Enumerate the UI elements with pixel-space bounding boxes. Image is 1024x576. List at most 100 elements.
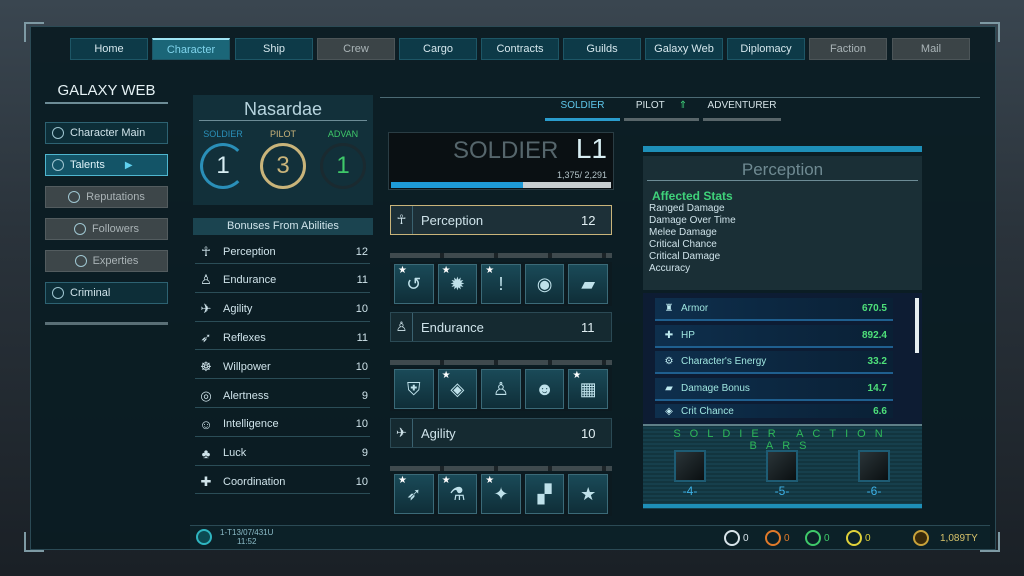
nav-tab-contracts[interactable]: Contracts xyxy=(481,38,559,60)
stat-row-coordination: ✚ Coordination 10 xyxy=(195,470,370,495)
ability-icon: ★ xyxy=(580,483,597,504)
stat-row-luck: ♣ Luck 9 xyxy=(195,442,370,466)
ability-slot[interactable]: ▰ xyxy=(568,264,608,304)
star-icon: ★ xyxy=(485,265,495,276)
currency-display: 0 xyxy=(805,530,830,546)
class-level-value: 1 xyxy=(216,152,230,179)
talent-level: L1 xyxy=(575,133,607,164)
agility-icon: ✈ xyxy=(391,419,413,447)
ability-slot[interactable]: ☻ xyxy=(524,369,565,409)
sidebar-item-label: Talents xyxy=(70,159,105,171)
ability-slot[interactable]: ★ ⚗ xyxy=(437,474,478,514)
ability-slot[interactable]: ★ ✦ xyxy=(481,474,521,514)
bonuses-header: Bonuses From Abilities xyxy=(193,218,373,235)
nav-tab-character[interactable]: Character xyxy=(152,38,230,60)
sidebar-item-talents[interactable]: Talents ▶ xyxy=(45,154,168,176)
ability-slot[interactable]: ★ ✹ xyxy=(437,264,478,304)
class-level-ring: 3 xyxy=(260,143,306,189)
star-icon: ★ xyxy=(398,475,407,486)
sidebar-item-reputations[interactable]: Reputations xyxy=(45,186,168,208)
nav-tab-crew[interactable]: Crew xyxy=(317,38,395,60)
nav-tab-faction[interactable]: Faction xyxy=(809,38,887,60)
sidebar-item-criminal[interactable]: Criminal xyxy=(45,282,168,304)
nav-tab-cargo[interactable]: Cargo xyxy=(399,38,477,60)
money-value: 1,089TY xyxy=(940,532,978,544)
frame-corner xyxy=(24,532,44,552)
character-stat-damage-bonus: ▰ Damage Bonus 14.7 xyxy=(655,377,893,401)
ability-slot[interactable]: ★! xyxy=(481,264,521,304)
talent-value: 11 xyxy=(581,319,595,335)
stat-row-agility: ✈ Agility 10 xyxy=(195,298,370,322)
ability-icon: ◉ xyxy=(536,273,553,294)
sidebar-item-followers[interactable]: Followers xyxy=(45,218,168,240)
talent-class-header: SOLDIER L1 1,375/ 2,291 xyxy=(388,132,614,190)
damage-bonus-icon: ▰ xyxy=(665,382,673,394)
detail-panel: Perception Affected Stats Ranged Damage D… xyxy=(643,156,922,290)
character-stat-name: Damage Bonus xyxy=(681,382,750,394)
character-stat-value: 670.5 xyxy=(861,303,887,314)
stat-name: Willpower xyxy=(223,360,271,373)
talent-row-endurance[interactable]: ♙ Endurance 11 xyxy=(390,312,612,342)
class-level-value: 1 xyxy=(336,152,350,179)
action-bar-slot[interactable] xyxy=(858,450,890,482)
stat-name: Agility xyxy=(223,303,253,316)
stat-row-alertness: ◎ Alertness 9 xyxy=(195,384,370,408)
nav-tab-home[interactable]: Home xyxy=(70,38,148,60)
talent-ability-row: ⛨ ★ ◈ ♙ ☻ ★ ▦ xyxy=(390,367,612,411)
affected-stats-title: Affected Stats xyxy=(652,189,733,203)
character-stat-hp: ✚ HP 892.4 xyxy=(655,324,893,348)
tab-pilot[interactable]: PILOT ⇑ xyxy=(624,97,699,121)
ability-slot[interactable]: ★ ◈ xyxy=(437,369,478,409)
stat-value: 10 xyxy=(355,475,368,488)
character-stat-value: 33.2 xyxy=(867,356,887,367)
hp-icon: ✚ xyxy=(664,329,674,341)
ability-slot[interactable]: ★ ↺ xyxy=(394,264,434,304)
character-stat-name: Character's Energy xyxy=(681,356,767,367)
talent-row-agility[interactable]: ✈ Agility 10 xyxy=(390,418,612,448)
ability-slot[interactable]: ⛨ xyxy=(394,369,434,409)
stat-name: Endurance xyxy=(223,274,277,287)
scrollbar-thumb[interactable] xyxy=(915,298,919,353)
action-bar-slot[interactable] xyxy=(766,450,798,482)
ability-icon: ▰ xyxy=(581,273,596,294)
ability-icon: ✹ xyxy=(449,273,465,294)
ability-slot[interactable]: ♙ xyxy=(481,369,521,409)
class-level-ring: 1 xyxy=(200,143,246,189)
ability-slot[interactable]: ★ ➶ xyxy=(394,474,434,514)
stat-name: Luck xyxy=(223,447,247,460)
nav-tab-ship[interactable]: Ship xyxy=(235,38,313,60)
action-bar-label: -6- xyxy=(866,484,882,498)
experties-icon xyxy=(74,255,87,267)
ability-icon: ⛨ xyxy=(407,378,421,399)
divider xyxy=(390,360,612,365)
affected-stat: Melee Damage xyxy=(649,227,717,238)
tab-label: PILOT xyxy=(635,100,665,111)
ability-slot[interactable]: ◉ xyxy=(524,264,565,304)
nav-tab-guilds[interactable]: Guilds xyxy=(563,38,641,60)
sidebar-item-character-main[interactable]: Character Main xyxy=(45,122,168,144)
money-icon xyxy=(913,530,929,546)
action-bar-slot[interactable] xyxy=(674,450,706,482)
ability-slot[interactable]: ★ ▦ xyxy=(568,369,608,409)
nav-tab-galaxy-web[interactable]: Galaxy Web xyxy=(645,38,723,60)
ability-slot[interactable]: ▞ xyxy=(524,474,565,514)
currency-icon xyxy=(724,530,740,546)
reputation-icon xyxy=(68,191,81,203)
nav-tab-mail[interactable]: Mail xyxy=(892,38,970,60)
divider xyxy=(390,466,612,471)
sidebar-item-label: Reputations xyxy=(86,191,145,203)
perception-icon: ☥ xyxy=(201,243,211,259)
tab-soldier[interactable]: SOLDIER xyxy=(545,97,620,121)
intelligence-icon: ☺ xyxy=(199,416,213,432)
ability-slot[interactable]: ★ xyxy=(568,474,608,514)
currency-value: 0 xyxy=(824,532,830,544)
talent-value: 10 xyxy=(581,425,596,441)
nav-tab-diplomacy[interactable]: Diplomacy xyxy=(727,38,805,60)
talent-row-perception[interactable]: ☥ Perception 12 xyxy=(390,205,612,235)
game-time: 11:52 xyxy=(236,537,257,546)
ability-icon: ➶ xyxy=(406,483,422,504)
sidebar-item-experties[interactable]: Experties xyxy=(45,250,168,272)
star-icon: ★ xyxy=(572,370,582,381)
tab-adventurer[interactable]: ADVENTURER xyxy=(703,97,781,121)
sidebar-item-label: Followers xyxy=(91,223,140,235)
